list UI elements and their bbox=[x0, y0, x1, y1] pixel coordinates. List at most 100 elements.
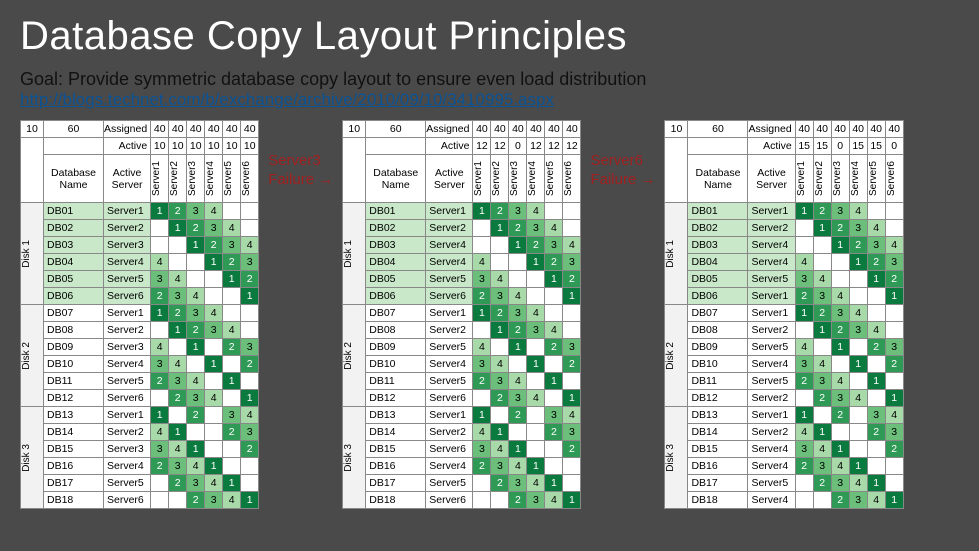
db-name: DB07 bbox=[688, 305, 748, 322]
copy-slot: 2 bbox=[491, 390, 509, 407]
copy-slot: 4 bbox=[491, 356, 509, 373]
table-row: DB08Server21234 bbox=[665, 322, 903, 339]
copy-slot: 1 bbox=[563, 390, 581, 407]
col-server-4: Server5 bbox=[223, 155, 241, 203]
copy-slot bbox=[169, 254, 187, 271]
copy-slot bbox=[563, 475, 581, 492]
db-name: DB17 bbox=[44, 475, 104, 492]
assigned-label: Assigned bbox=[748, 121, 795, 138]
copy-slot bbox=[187, 271, 205, 288]
copy-slot bbox=[885, 475, 903, 492]
copy-slot bbox=[491, 492, 509, 509]
copy-slot: 3 bbox=[473, 356, 491, 373]
copy-slot bbox=[223, 458, 241, 475]
table-row: DB02Server21234 bbox=[343, 220, 581, 237]
copy-slot: 3 bbox=[813, 458, 831, 475]
db-name: DB08 bbox=[366, 322, 426, 339]
db-name: DB13 bbox=[366, 407, 426, 424]
table-row: Disk 3DB13Server11234 bbox=[343, 407, 581, 424]
copy-slot: 3 bbox=[473, 441, 491, 458]
active-server: Server5 bbox=[426, 339, 473, 356]
active-server: Server1 bbox=[104, 203, 151, 220]
copy-slot: 1 bbox=[527, 356, 545, 373]
copy-slot: 3 bbox=[205, 322, 223, 339]
active-val-5: 10 bbox=[241, 138, 259, 155]
copy-slot: 3 bbox=[509, 203, 527, 220]
copy-slot bbox=[545, 203, 563, 220]
copy-slot: 1 bbox=[831, 441, 849, 458]
copy-slot: 2 bbox=[509, 220, 527, 237]
copy-slot bbox=[849, 407, 867, 424]
active-server: Server3 bbox=[104, 237, 151, 254]
active-server: Server4 bbox=[426, 237, 473, 254]
copy-slot: 3 bbox=[223, 407, 241, 424]
copy-slot bbox=[241, 475, 259, 492]
copy-slot: 2 bbox=[205, 237, 223, 254]
copy-slot: 1 bbox=[187, 441, 205, 458]
table-row: DB12Server62341 bbox=[343, 390, 581, 407]
active-server: Server3 bbox=[104, 339, 151, 356]
copy-slot: 3 bbox=[241, 254, 259, 271]
technet-link[interactable]: http://blogs.technet.com/b/exchange/arch… bbox=[20, 90, 554, 110]
db-name: DB02 bbox=[44, 220, 104, 237]
disk-label: Disk 2 bbox=[665, 305, 688, 407]
copy-slot: 1 bbox=[795, 407, 813, 424]
copy-slot bbox=[187, 424, 205, 441]
active-server: Server4 bbox=[104, 356, 151, 373]
active-server: Server1 bbox=[104, 305, 151, 322]
active-server: Server5 bbox=[426, 475, 473, 492]
layout-table: 1060Assigned404040404040Active1010101010… bbox=[20, 120, 259, 509]
copy-slot: 2 bbox=[223, 254, 241, 271]
copy-slot bbox=[473, 475, 491, 492]
assigned-val-1: 40 bbox=[169, 121, 187, 138]
active-server: Server1 bbox=[426, 305, 473, 322]
col-server-1: Server2 bbox=[169, 155, 187, 203]
copy-slot: 4 bbox=[849, 203, 867, 220]
copy-slot bbox=[885, 305, 903, 322]
active-server: Server2 bbox=[104, 322, 151, 339]
copy-slot: 3 bbox=[563, 254, 581, 271]
copy-slot bbox=[527, 424, 545, 441]
copy-slot: 1 bbox=[187, 339, 205, 356]
active-server: Server5 bbox=[748, 373, 795, 390]
db-name: DB02 bbox=[366, 220, 426, 237]
copy-slot bbox=[473, 492, 491, 509]
copy-slot: 4 bbox=[241, 237, 259, 254]
copy-slot bbox=[563, 305, 581, 322]
table-row: DB04Server44123 bbox=[665, 254, 903, 271]
db-name: DB13 bbox=[44, 407, 104, 424]
copy-slot: 4 bbox=[473, 254, 491, 271]
copy-slot: 1 bbox=[509, 237, 527, 254]
copy-slot: 1 bbox=[885, 288, 903, 305]
col-server-3: Server4 bbox=[849, 155, 867, 203]
table-row: DB03Server41234 bbox=[665, 237, 903, 254]
copy-slot: 4 bbox=[205, 390, 223, 407]
table-row: DB04Server44123 bbox=[21, 254, 259, 271]
copy-slot: 4 bbox=[849, 475, 867, 492]
copy-slot: 3 bbox=[151, 271, 169, 288]
copy-slot: 2 bbox=[151, 373, 169, 390]
copy-slot bbox=[241, 373, 259, 390]
col-server-0: Server1 bbox=[151, 155, 169, 203]
assigned-val-5: 40 bbox=[241, 121, 259, 138]
copy-slot: 2 bbox=[813, 390, 831, 407]
copy-slot: 3 bbox=[545, 237, 563, 254]
copy-slot bbox=[813, 407, 831, 424]
table-row: DB08Server21234 bbox=[343, 322, 581, 339]
col-server-2: Server3 bbox=[187, 155, 205, 203]
col-server-1: Server2 bbox=[813, 155, 831, 203]
copy-slot: 4 bbox=[527, 390, 545, 407]
copy-slot: 1 bbox=[509, 441, 527, 458]
db-name: DB15 bbox=[366, 441, 426, 458]
copy-slot: 4 bbox=[545, 322, 563, 339]
copy-slot bbox=[241, 458, 259, 475]
copy-slot: 2 bbox=[545, 254, 563, 271]
copy-slot bbox=[169, 407, 187, 424]
copy-slot bbox=[545, 390, 563, 407]
active-val-4: 15 bbox=[867, 138, 885, 155]
copy-slot: 4 bbox=[169, 271, 187, 288]
copy-slot: 2 bbox=[169, 390, 187, 407]
copy-slot: 4 bbox=[795, 339, 813, 356]
copy-slot bbox=[563, 458, 581, 475]
table-row: DB09Server34123 bbox=[21, 339, 259, 356]
